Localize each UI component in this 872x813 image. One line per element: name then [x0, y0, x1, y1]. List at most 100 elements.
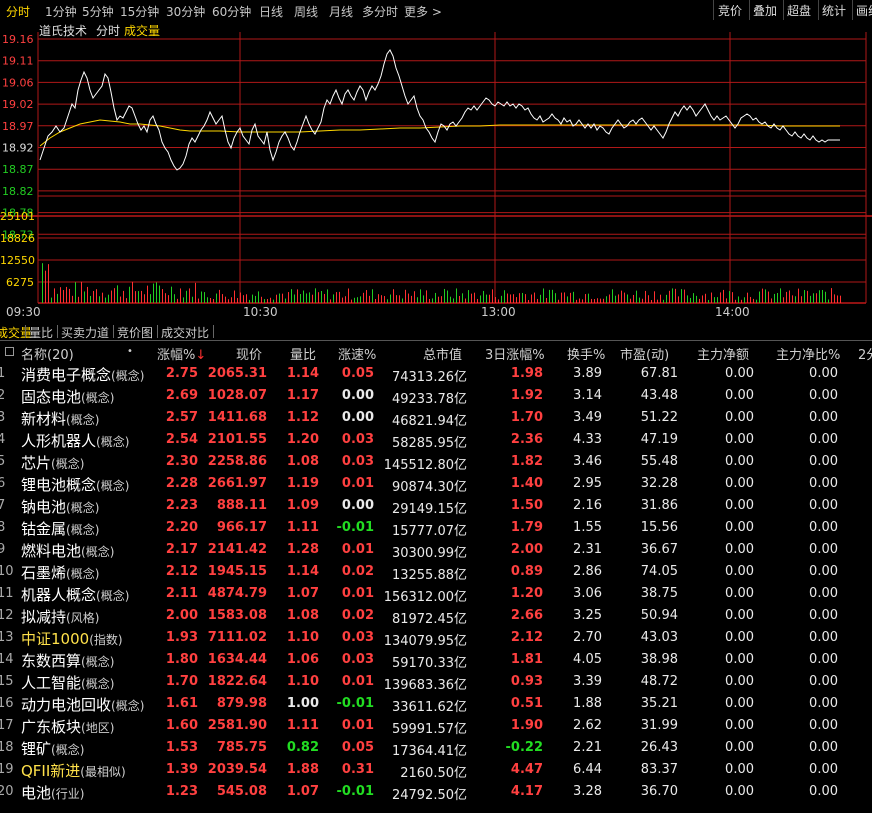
- tf-more[interactable]: 更多 >: [404, 3, 442, 20]
- table-row[interactable]: 9 燃料电池(概念) 2.17 2141.42 1.28 0.01 30300.99亿 2.0…: [0, 538, 872, 561]
- sector-name[interactable]: 拟减持(风格): [21, 606, 99, 627]
- cell-pe: 32.28: [640, 476, 678, 491]
- table-row[interactable]: 7 钠电池(概念) 2.23 888.11 1.09 0.00 29149.15亿 1.50 2…: [0, 494, 872, 517]
- tab-auction-chart[interactable]: 竞价图: [117, 324, 153, 341]
- col-change[interactable]: 涨幅%↓: [157, 344, 206, 363]
- tab-volume-ratio[interactable]: 量比: [29, 324, 53, 341]
- tf-multi-intraday[interactable]: 多分时: [362, 3, 398, 20]
- sector-name[interactable]: 芯片(概念): [21, 452, 84, 473]
- col-turnover[interactable]: 换手%: [567, 344, 605, 363]
- auction-button[interactable]: 竞价: [718, 2, 742, 19]
- sector-name[interactable]: 中证1000(指数): [21, 628, 123, 649]
- sector-name[interactable]: 广东板块(地区): [21, 716, 114, 737]
- tf-weekly[interactable]: 周线: [294, 3, 318, 20]
- col-name[interactable]: 名称(20): [21, 344, 74, 363]
- sector-name[interactable]: QFII新进(最相似): [21, 760, 126, 781]
- volume-bar: [90, 295, 91, 303]
- table-row[interactable]: 1 消费电子概念(概念) 2.75 2065.31 1.14 0.05 74313.26亿 1…: [0, 362, 872, 385]
- volume-bar: [387, 299, 388, 303]
- table-row[interactable]: 10 石墨烯(概念) 2.12 1945.15 1.14 0.02 13255.88亿 0.8…: [0, 560, 872, 583]
- draw-button[interactable]: 画线: [856, 2, 872, 19]
- table-row[interactable]: 15 人工智能(概念) 1.70 1822.64 1.10 0.01 139683.36亿 0…: [0, 670, 872, 693]
- sector-name[interactable]: 钴金属(概念): [21, 518, 99, 539]
- tf-1min[interactable]: 1分钟: [45, 3, 77, 20]
- sector-name[interactable]: 燃料电池(概念): [21, 540, 114, 561]
- col-pe[interactable]: 市盈(动): [620, 344, 669, 363]
- cell-price: 2039.54: [207, 762, 267, 777]
- tf-30min[interactable]: 30分钟: [166, 3, 205, 20]
- overlay-button[interactable]: 叠加: [753, 2, 777, 19]
- table-row[interactable]: 12 拟减持(风格) 2.00 1583.08 1.08 0.02 81972.45亿 2.6…: [0, 604, 872, 627]
- table-row[interactable]: 13 中证1000(指数) 1.93 7111.02 1.10 0.03 134079.95…: [0, 626, 872, 649]
- col-main-net[interactable]: 主力净额: [697, 344, 749, 363]
- table-row[interactable]: 4 人形机器人(概念) 2.54 2101.55 1.20 0.03 58285.95亿 2.…: [0, 428, 872, 451]
- volume-bar: [525, 294, 526, 303]
- col-2min[interactable]: 2分: [858, 344, 872, 363]
- cell-change: 2.11: [165, 586, 198, 601]
- cell-volume-ratio: 1.08: [286, 608, 319, 623]
- volume-bar: [54, 288, 55, 303]
- sector-name[interactable]: 东数西算(概念): [21, 650, 114, 671]
- sector-name[interactable]: 钠电池(概念): [21, 496, 99, 517]
- table-row[interactable]: 14 东数西算(概念) 1.80 1634.44 1.06 0.03 59170.33亿 1.…: [0, 648, 872, 671]
- col-price[interactable]: 现价: [236, 344, 262, 363]
- table-row[interactable]: 5 芯片(概念) 2.30 2258.86 1.08 0.03 145512.80亿 1.82…: [0, 450, 872, 473]
- cell-change: 1.70: [165, 674, 198, 689]
- volume-bar: [588, 293, 589, 303]
- table-row[interactable]: 17 广东板块(地区) 1.60 2581.90 1.11 0.01 59991.57亿 1.…: [0, 714, 872, 737]
- intraday-chart[interactable]: 道氏技术 分时 成交量 19.16 19.11 19.06 19.02 18.97 18.…: [0, 20, 872, 322]
- tf-5min[interactable]: 5分钟: [82, 3, 114, 20]
- cell-main-net-ratio: 0.00: [809, 696, 838, 711]
- cell-price: 2141.42: [207, 542, 267, 557]
- tf-60min[interactable]: 60分钟: [212, 3, 251, 20]
- sector-name[interactable]: 锂矿(概念): [21, 738, 84, 759]
- cell-market-cap: 59170.33亿: [391, 656, 467, 671]
- sector-name[interactable]: 动力电池回收(概念): [21, 694, 144, 715]
- volume-bar: [477, 298, 478, 303]
- table-row[interactable]: 6 锂电池概念(概念) 2.28 2661.97 1.19 0.01 90874.30亿 1.…: [0, 472, 872, 495]
- table-row[interactable]: 16 动力电池回收(概念) 1.61 879.98 1.00 -0.01 33611.62亿…: [0, 692, 872, 715]
- table-row[interactable]: 8 钴金属(概念) 2.20 966.17 1.11 -0.01 15777.07亿 1.79…: [0, 516, 872, 539]
- tf-daily[interactable]: 日线: [259, 3, 283, 20]
- sector-name[interactable]: 石墨烯(概念): [21, 562, 99, 583]
- tab-buy-sell-power[interactable]: 买卖力道: [61, 324, 109, 341]
- cell-pe: 36.67: [640, 542, 678, 557]
- table-row[interactable]: 11 机器人概念(概念) 2.11 4874.79 1.07 0.01 156312.00亿…: [0, 582, 872, 605]
- col-volume-ratio[interactable]: 量比: [290, 344, 316, 363]
- col-market-cap[interactable]: 总市值: [423, 344, 462, 363]
- sector-name[interactable]: 电池(行业): [21, 782, 84, 803]
- table-row[interactable]: 19 QFII新进(最相似) 1.39 2039.54 1.88 0.31 2160.50亿…: [0, 758, 872, 781]
- col-speed[interactable]: 涨速%: [338, 344, 376, 363]
- sector-name[interactable]: 人工智能(概念): [21, 672, 114, 693]
- col-main-net-ratio[interactable]: 主力净比%: [776, 344, 840, 363]
- table-row[interactable]: 20 电池(行业) 1.23 545.08 1.07 -0.01 24792.50亿 4.17…: [0, 780, 872, 803]
- tab-volume-compare[interactable]: 成交对比: [161, 324, 209, 341]
- tf-15min[interactable]: 15分钟: [120, 3, 159, 20]
- volume-bar: [417, 297, 418, 303]
- expand-icon[interactable]: [5, 347, 14, 356]
- cell-turnover: 3.25: [573, 608, 602, 623]
- table-row[interactable]: 2 固态电池(概念) 2.69 1028.07 1.17 0.00 49233.78亿 1.9…: [0, 384, 872, 407]
- table-row[interactable]: 3 新材料(概念) 2.57 1411.68 1.12 0.00 46821.94亿 1.70…: [0, 406, 872, 429]
- sector-name[interactable]: 锂电池概念(概念): [21, 474, 129, 495]
- volume-bar: [195, 282, 196, 303]
- sector-name[interactable]: 新材料(概念): [21, 408, 99, 429]
- sector-name[interactable]: 消费电子概念(概念): [21, 364, 144, 385]
- super-button[interactable]: 超盘: [787, 2, 811, 19]
- tf-intraday[interactable]: 分时: [6, 3, 30, 20]
- cell-3day-change: 2.66: [510, 608, 543, 623]
- table-row[interactable]: 18 锂矿(概念) 1.53 785.75 0.82 0.05 17364.41亿 -0.22…: [0, 736, 872, 759]
- sector-name[interactable]: 固态电池(概念): [21, 386, 114, 407]
- cell-volume-ratio: 1.10: [286, 674, 319, 689]
- sector-name[interactable]: 机器人概念(概念): [21, 584, 129, 605]
- volume-bar: [687, 295, 688, 303]
- cell-3day-change: 0.89: [510, 564, 543, 579]
- volume-bar: [144, 294, 145, 303]
- col-3day-change[interactable]: 3日涨幅%: [485, 344, 545, 363]
- tab-volume[interactable]: 成交量: [0, 324, 32, 341]
- sector-name[interactable]: 人形机器人(概念): [21, 430, 129, 451]
- tf-monthly[interactable]: 月线: [329, 3, 353, 20]
- cell-main-net: 0.00: [725, 366, 754, 381]
- cell-main-net: 0.00: [725, 718, 754, 733]
- stats-button[interactable]: 统计: [822, 2, 846, 19]
